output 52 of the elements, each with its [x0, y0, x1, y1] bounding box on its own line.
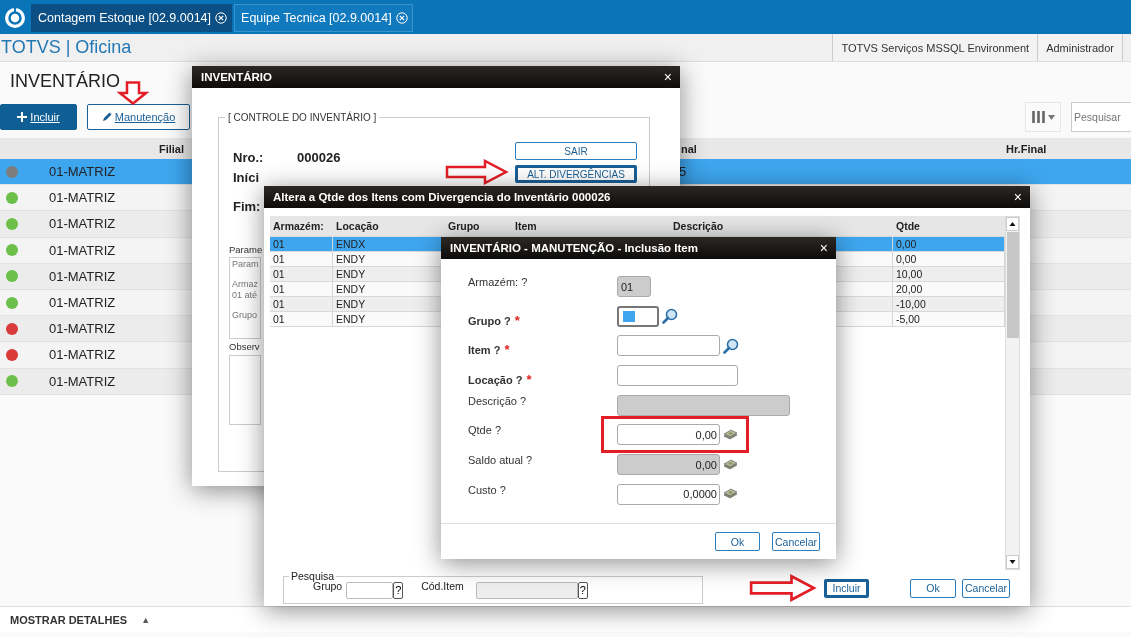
parameter-text: 01 até	[232, 290, 258, 301]
table-cell: 01	[273, 283, 285, 295]
table-cell: ENDX	[336, 238, 366, 250]
field-label: Saldo atual ?	[468, 454, 534, 467]
table-cell: 01-MATRIZ	[49, 321, 116, 337]
table-cell: 01	[273, 253, 285, 265]
field-label: Iníci	[233, 170, 260, 185]
table-cell: 0,00	[896, 253, 917, 265]
table-cell: ENDY	[336, 253, 366, 265]
panel-title: Pesquisa	[289, 570, 337, 582]
field-label: Descrição ?	[468, 394, 528, 407]
table-cell: ENDY	[336, 283, 366, 295]
table-cell: 01	[273, 238, 285, 250]
field-label: Locação ? *	[468, 371, 533, 388]
field-label: Parame	[229, 244, 263, 255]
field-label: Observ	[229, 341, 260, 352]
table-cell: 01-MATRIZ	[49, 242, 116, 258]
table-cell: 01-MATRIZ	[49, 295, 116, 311]
table-cell: 01-MATRIZ	[49, 347, 116, 363]
table-cell: 01-MATRIZ	[49, 216, 116, 232]
field-label: Qtde ?	[468, 424, 503, 437]
field-label: Fim:	[233, 199, 261, 214]
dialog-title: Altera a Qtde dos Itens com Divergencia do Inventário 000026	[273, 191, 611, 203]
dialog-title: INVENTÁRIO - MANUTENÇÃO - Inclusão Item	[450, 242, 698, 254]
table-cell: 01	[273, 268, 285, 280]
table-cell: 01-MATRIZ	[49, 164, 116, 180]
table-cell: 01-MATRIZ	[49, 190, 116, 206]
table-cell: 01-MATRIZ	[49, 373, 116, 389]
field-label: Armazém: ?	[468, 276, 529, 288]
table-cell: -10,00	[896, 298, 926, 310]
table-cell: 01-MATRIZ	[49, 268, 116, 284]
parameter-text: Grupo	[232, 310, 258, 321]
table-cell: ENDY	[336, 313, 366, 325]
table-cell: 0,00	[896, 238, 917, 250]
parameter-text: Armaz	[232, 279, 258, 290]
field-label: Grupo ? *	[468, 311, 521, 328]
field-label: Item ? *	[468, 341, 511, 358]
table-cell: 01	[273, 298, 285, 310]
section-title: [ CONTROLE DO INVENTÁRIO ]	[225, 112, 380, 123]
table-cell: 5	[679, 164, 687, 180]
table-cell: -5,00	[896, 313, 920, 325]
table-cell: ENDY	[336, 268, 366, 280]
field-label: Custo ?	[468, 483, 507, 496]
field-label: Cód.Item	[421, 580, 464, 592]
page-title: INVENTÁRIO	[10, 71, 120, 93]
table-cell: ENDY	[336, 298, 366, 310]
dialog-title: INVENTÁRIO	[201, 71, 272, 83]
app-title: TOTVS | Oficina	[0, 36, 133, 59]
parameter-text: Param	[232, 259, 258, 270]
table-cell: 10,00	[896, 268, 923, 280]
table-cell: 01	[273, 313, 285, 325]
table-cell: 20,00	[896, 283, 923, 295]
